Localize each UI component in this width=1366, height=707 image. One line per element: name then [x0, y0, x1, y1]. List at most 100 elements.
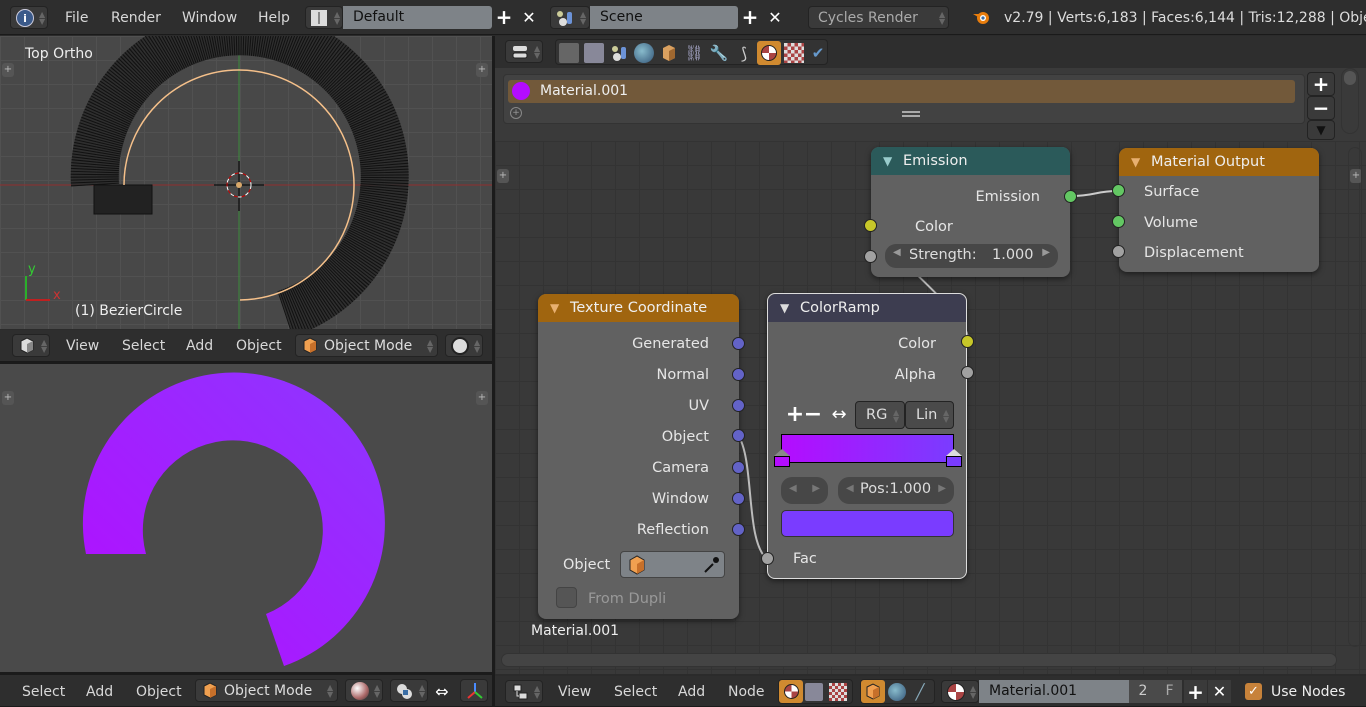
remove-stop-button[interactable]: − — [804, 402, 822, 427]
render-engine-dropdown[interactable]: Cycles Render ▲ ▼ — [808, 6, 949, 29]
flip-ramp-button[interactable]: ↔ — [826, 404, 852, 425]
generated-output-socket[interactable] — [732, 337, 745, 350]
menu-object[interactable]: Object — [236, 338, 282, 354]
shader-nodes-button[interactable] — [779, 680, 803, 703]
render-layers-tab-icon[interactable] — [584, 43, 604, 63]
add-scene-button[interactable]: + — [741, 5, 759, 29]
object-shader-button[interactable] — [861, 680, 885, 703]
3d-viewport-top[interactable]: Top Ortho + + y x (1) BezierCircle — [0, 36, 492, 329]
menu-view[interactable]: View — [66, 338, 99, 354]
active-stop-index-field[interactable]: ◀ ▶ — [781, 477, 828, 504]
menu-view[interactable]: View — [558, 684, 591, 700]
color-ramp-gradient-bar[interactable] — [781, 434, 954, 463]
decrement-arrow-icon[interactable]: ◀ — [789, 483, 797, 494]
emission-node[interactable]: ▼ Emission Emission Color ◀ Strength: 1.0… — [871, 147, 1070, 277]
delete-scene-button[interactable]: ✕ — [766, 8, 784, 27]
layout-selector-button[interactable]: ▲ ▼ — [305, 6, 343, 29]
camera-output-socket[interactable] — [732, 461, 745, 474]
material-output-node-header[interactable]: ▼ Material Output — [1119, 148, 1319, 176]
decrement-arrow-icon[interactable]: ◀ — [846, 483, 854, 494]
eyedropper-icon[interactable] — [701, 555, 721, 575]
object-tab-icon[interactable] — [659, 43, 679, 63]
increment-arrow-icon[interactable]: ▶ — [812, 483, 820, 494]
object-picker-field[interactable] — [620, 551, 725, 578]
viewport-shading-button[interactable]: ▲ ▼ — [345, 679, 383, 702]
material-browse-button[interactable]: ▲ ▼ — [941, 680, 979, 703]
world-shader-button[interactable] — [888, 683, 906, 701]
material-tab-icon[interactable] — [757, 41, 781, 65]
use-nodes-checkbox[interactable]: ✓ — [1245, 683, 1262, 700]
compositing-nodes-button[interactable] — [805, 683, 823, 701]
menu-node[interactable]: Node — [728, 684, 765, 700]
menu-help[interactable]: Help — [258, 10, 290, 26]
editor-type-button[interactable]: ▲ ▼ — [505, 680, 543, 703]
increment-arrow-icon[interactable]: ▶ — [938, 483, 946, 494]
data-tab-curve-icon[interactable]: ⟆ — [734, 43, 754, 63]
from-dupli-checkbox[interactable] — [556, 587, 577, 608]
emission-node-header[interactable]: ▼ Emission — [871, 147, 1070, 175]
strength-field[interactable]: ◀ Strength: 1.000 ▶ — [885, 244, 1058, 268]
transform-manipulator-button[interactable] — [460, 679, 488, 702]
delete-layout-button[interactable]: ✕ — [520, 8, 538, 27]
add-stop-button[interactable]: + — [786, 402, 804, 427]
surface-input-socket[interactable] — [1112, 184, 1125, 197]
ramp-stop-end[interactable] — [946, 449, 962, 467]
reflection-output-socket[interactable] — [732, 523, 745, 536]
material-slot-specials-button[interactable]: ▼ — [1307, 120, 1335, 140]
node-editor-canvas[interactable]: + + ▼ Emission Emission Color ◀ Strength:… — [495, 141, 1366, 674]
physics-tab-icon[interactable]: ✔ — [809, 43, 827, 63]
menu-select[interactable]: Select — [122, 338, 165, 354]
scene-tab-icon[interactable] — [609, 43, 629, 63]
properties-scrollbar[interactable] — [1341, 68, 1359, 134]
colorramp-color-output-socket[interactable] — [961, 335, 974, 348]
new-material-button[interactable]: + — [1184, 680, 1207, 704]
texture-coordinate-node[interactable]: ▼ Texture Coordinate Generated Normal UV … — [538, 294, 739, 619]
menu-object[interactable]: Object — [136, 684, 182, 700]
menu-add[interactable]: Add — [678, 684, 705, 700]
normal-output-socket[interactable] — [732, 368, 745, 381]
color-mode-dropdown[interactable]: RG ▲ ▼ — [855, 401, 905, 429]
list-resize-handle[interactable] — [902, 111, 920, 117]
add-material-slot-button[interactable]: + — [1307, 72, 1335, 96]
material-slot-item[interactable]: Material.001 — [508, 80, 1295, 103]
node-editor-scrollbar-horizontal[interactable] — [501, 653, 1337, 667]
colorramp-node-header[interactable]: ▼ ColorRamp — [768, 294, 966, 322]
scene-name-field[interactable]: Scene — [590, 6, 738, 29]
material-users-count[interactable]: 2 — [1129, 680, 1157, 703]
3d-viewport-render[interactable]: + + — [0, 364, 492, 672]
decrement-arrow-icon[interactable]: ◀ — [893, 247, 901, 258]
colorramp-alpha-output-socket[interactable] — [961, 366, 974, 379]
texture-tab-checker-icon[interactable] — [784, 43, 804, 63]
area-splitter-horizontal-left-bottom[interactable] — [0, 672, 492, 675]
modifiers-tab-wrench-icon[interactable]: 🔧 — [709, 43, 729, 63]
active-stop-color-swatch[interactable] — [781, 510, 954, 537]
menu-render[interactable]: Render — [111, 10, 161, 26]
emission-output-socket[interactable] — [1064, 190, 1077, 203]
editor-type-button[interactable]: ▲ ▼ — [505, 40, 543, 63]
texture-nodes-button[interactable] — [829, 683, 847, 701]
editor-type-info-button[interactable]: i ▲ ▼ — [10, 6, 48, 29]
area-splitter-vertical[interactable] — [492, 36, 495, 707]
menu-select[interactable]: Select — [614, 684, 657, 700]
list-filter-toggle[interactable]: + — [510, 107, 522, 119]
volume-input-socket[interactable] — [1112, 215, 1125, 228]
collapse-triangle-icon[interactable]: ▼ — [550, 294, 559, 322]
menu-add[interactable]: Add — [86, 684, 113, 700]
fac-input-socket[interactable] — [761, 552, 774, 565]
unlink-material-button[interactable]: ✕ — [1208, 680, 1231, 703]
object-output-socket[interactable] — [732, 429, 745, 442]
increment-arrow-icon[interactable]: ▶ — [1042, 247, 1050, 258]
texture-coordinate-node-header[interactable]: ▼ Texture Coordinate — [538, 294, 739, 322]
colorramp-node[interactable]: ▼ ColorRamp Color Alpha + − ↔ RG ▲ ▼ Lin ▲… — [767, 293, 967, 579]
menu-select[interactable]: Select — [22, 684, 65, 700]
editor-type-button[interactable]: ▲ ▼ — [12, 334, 50, 357]
add-layout-button[interactable]: + — [495, 5, 513, 29]
layout-name-field[interactable]: Default — [343, 6, 492, 29]
interpolation-dropdown[interactable]: Lin ▲ ▼ — [905, 401, 954, 429]
material-name-field[interactable]: Material.001 — [979, 680, 1129, 703]
collapse-triangle-icon[interactable]: ▼ — [1131, 148, 1140, 176]
mode-dropdown[interactable]: Object Mode ▲ ▼ — [195, 679, 338, 702]
material-output-node[interactable]: ▼ Material Output Surface Volume Displace… — [1119, 148, 1319, 272]
area-splitter-horizontal-left[interactable] — [0, 362, 492, 364]
pivot-point-button[interactable]: ▲ ▼ — [390, 679, 428, 702]
